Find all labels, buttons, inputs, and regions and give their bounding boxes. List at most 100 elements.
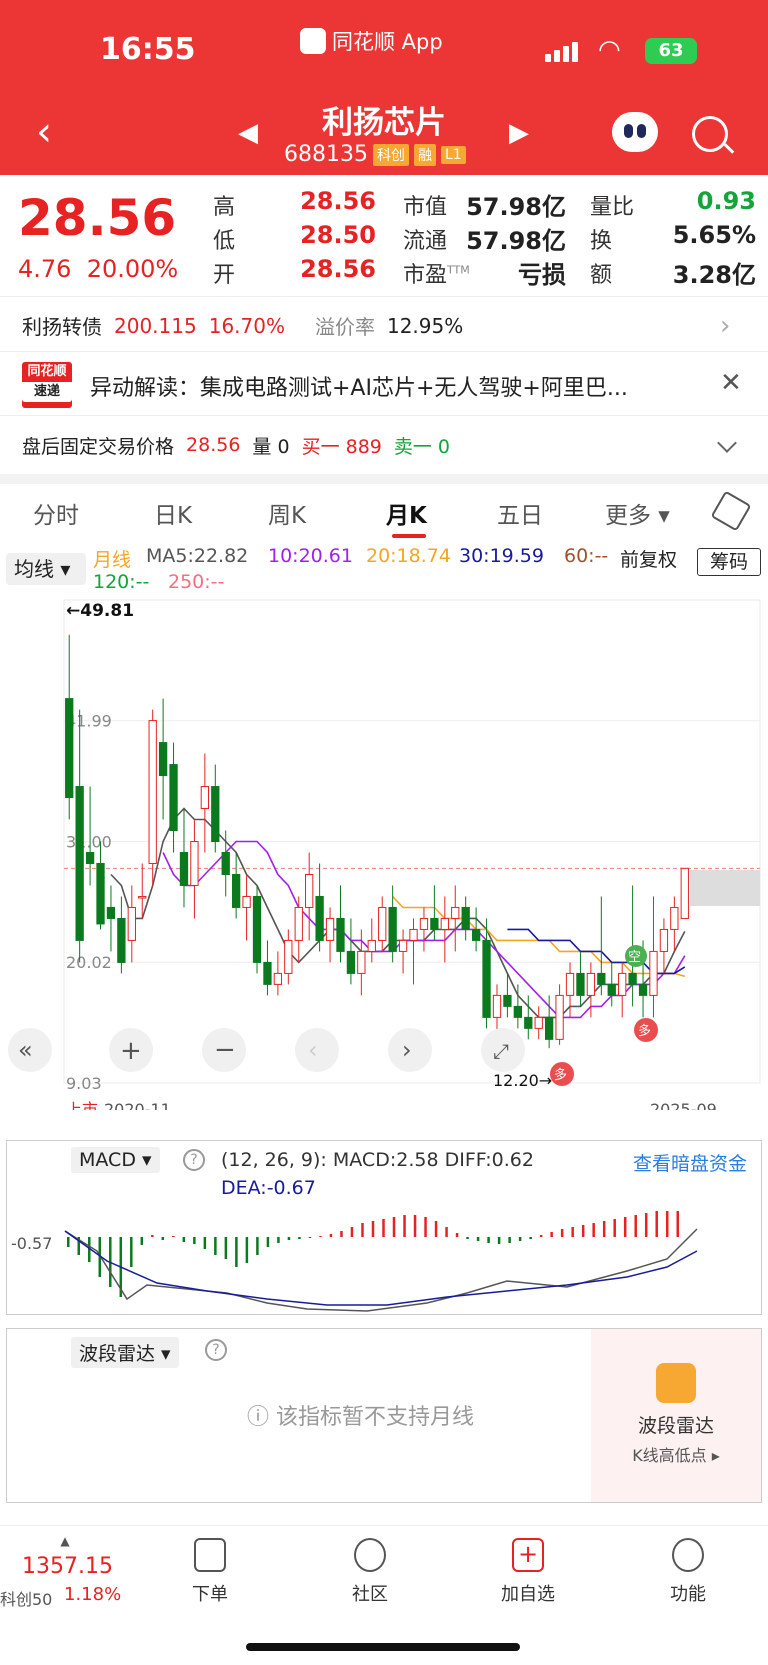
bond-name: 利扬转债 [22, 315, 102, 339]
tab-weekly[interactable]: 周K [268, 496, 306, 530]
macd-bar [235, 1237, 238, 1267]
change-value: 4.76 [18, 255, 72, 283]
close-icon[interactable]: ✕ [720, 368, 742, 398]
tab-monthly[interactable]: 月K [386, 496, 427, 530]
candle-body [106, 906, 116, 919]
macd-panel[interactable]: MACD ▾ ? (12, 26, 9): MACD:2.58 DIFF:0.6… [6, 1140, 762, 1315]
home-indicator [246, 1643, 520, 1651]
macd-bar [287, 1237, 291, 1240]
svg-text:空: 空 [628, 950, 641, 965]
macd-bar [361, 1223, 364, 1237]
macd-select[interactable]: MACD ▾ [71, 1147, 160, 1173]
dea-value: DEA:-0.67 [221, 1177, 316, 1199]
macd-bar [655, 1211, 658, 1237]
candle-body [284, 939, 293, 974]
candle-body [305, 873, 314, 908]
monthly-k-chart[interactable]: 41.9931.0020.029.03 ←49.81 12.20→ 空 多 多 … [0, 590, 768, 1110]
wave-radar-panel: 波段雷达 ▾ ? ⓘ 该指标暂不支持月线 波段雷达 K线高低点 ▸ [6, 1328, 762, 1503]
candle-body [638, 983, 648, 996]
nav-community[interactable]: 社区 [325, 1538, 415, 1606]
tab-daily[interactable]: 日K [154, 496, 192, 530]
search-icon[interactable] [692, 116, 728, 152]
macd-bar [434, 1221, 438, 1237]
candle-body [221, 851, 230, 875]
candle-body [586, 972, 596, 996]
chip-distribution-button[interactable]: 筹码 [697, 548, 761, 576]
help-icon[interactable]: ? [205, 1339, 227, 1361]
quote-panel[interactable]: 28.56 4.76 20.00% 高 低 开 28.56 28.50 28.5… [0, 175, 768, 297]
macd-bar [319, 1236, 322, 1237]
macd-bar [665, 1211, 669, 1237]
candle-body [451, 906, 460, 919]
x-end-date: 2025-09 [650, 1100, 717, 1110]
amount-label: 额 [590, 263, 613, 288]
candle-body [534, 1016, 543, 1029]
macd-bar [445, 1227, 448, 1237]
section-divider [0, 474, 768, 484]
ma60-value: 60:-- [564, 545, 609, 567]
svg-text:多: 多 [554, 1067, 567, 1083]
status-app-name[interactable]: 同花顺 App [300, 26, 443, 56]
nav-order[interactable]: 下单 [165, 1538, 255, 1606]
candle-body [597, 972, 606, 985]
alert-banner[interactable]: 同花顺 速递 异动解读：集成电路测试+AI芯片+无人驾驶+阿里巴... ✕ [0, 354, 768, 416]
dark-pool-link[interactable]: 查看暗盘资金 [633, 1149, 747, 1176]
sell1: 卖一 0 [393, 435, 451, 458]
macd-bar [214, 1237, 217, 1255]
candle-body [325, 917, 335, 941]
diff-line [64, 1228, 698, 1312]
low-value: 28.50 [300, 221, 376, 249]
candle-body [85, 851, 95, 864]
convertible-bond-row[interactable]: 利扬转债 200.115 16.70% 溢价率 12.95% › [0, 300, 768, 352]
chevron-down-icon[interactable] [717, 433, 737, 453]
radar-icon [656, 1363, 696, 1403]
candle-body [388, 906, 397, 952]
tab-fenshi[interactable]: 分时 [33, 496, 79, 530]
chart-signal-duo: 多 [634, 1018, 658, 1042]
macd-bar [413, 1215, 417, 1237]
nav-add-watchlist[interactable]: + 加自选 [483, 1538, 573, 1606]
macd-bar [455, 1233, 459, 1237]
pe-value: 亏损 [518, 261, 566, 289]
radar-select[interactable]: 波段雷达 ▾ [71, 1337, 179, 1368]
macd-bar [676, 1211, 679, 1237]
candle-body [138, 895, 147, 899]
candle-body [576, 972, 585, 996]
indicator-select[interactable]: 均线 ▾ [6, 553, 86, 585]
signal-icon [545, 42, 578, 62]
chart-signal-kong: 空 [625, 945, 647, 967]
macd-bar [340, 1231, 343, 1237]
candle-body [211, 786, 220, 843]
nav-functions[interactable]: 功能 [643, 1538, 733, 1606]
tag-kechuang: 科创 [372, 143, 409, 166]
candle-body [273, 972, 283, 985]
wifi-icon: ◠ [598, 35, 621, 65]
open-value: 28.56 [300, 255, 376, 283]
active-tab-indicator [392, 534, 426, 538]
help-icon[interactable]: ? [183, 1149, 205, 1171]
candle-body [315, 895, 324, 941]
macd-chart [64, 1211, 698, 1312]
macd-bar [382, 1219, 385, 1237]
candle-body [367, 939, 376, 952]
macd-bar [592, 1223, 595, 1237]
open-label: 开 [213, 263, 236, 288]
macd-bar [308, 1237, 312, 1238]
tag-l1[interactable]: L1 [440, 145, 466, 164]
after-hours-row[interactable]: 盘后固定交易价格 28.56 量 0 买一 889 卖一 0 [22, 420, 450, 470]
bond-pct: 16.70% [208, 313, 285, 338]
robot-assistant-icon[interactable] [612, 112, 658, 152]
candle-body [482, 939, 491, 1018]
candle-body [378, 906, 387, 941]
candle-body [179, 851, 189, 886]
candle-body [618, 972, 627, 996]
ytick-label: 9.03 [66, 1074, 102, 1093]
radar-promo[interactable]: 波段雷达 K线高低点 ▸ [591, 1329, 761, 1502]
index-ticker[interactable]: ▲ 1357.15 科创50 1.18% [0, 1534, 130, 1609]
tab-more[interactable]: 更多 ▾ [605, 496, 670, 530]
fq-label[interactable]: 前复权 [620, 545, 677, 572]
macd-bar [392, 1217, 396, 1237]
tab-fiveday[interactable]: 五日 [497, 496, 543, 530]
macd-bar [245, 1237, 249, 1263]
macd-bar [466, 1237, 469, 1239]
